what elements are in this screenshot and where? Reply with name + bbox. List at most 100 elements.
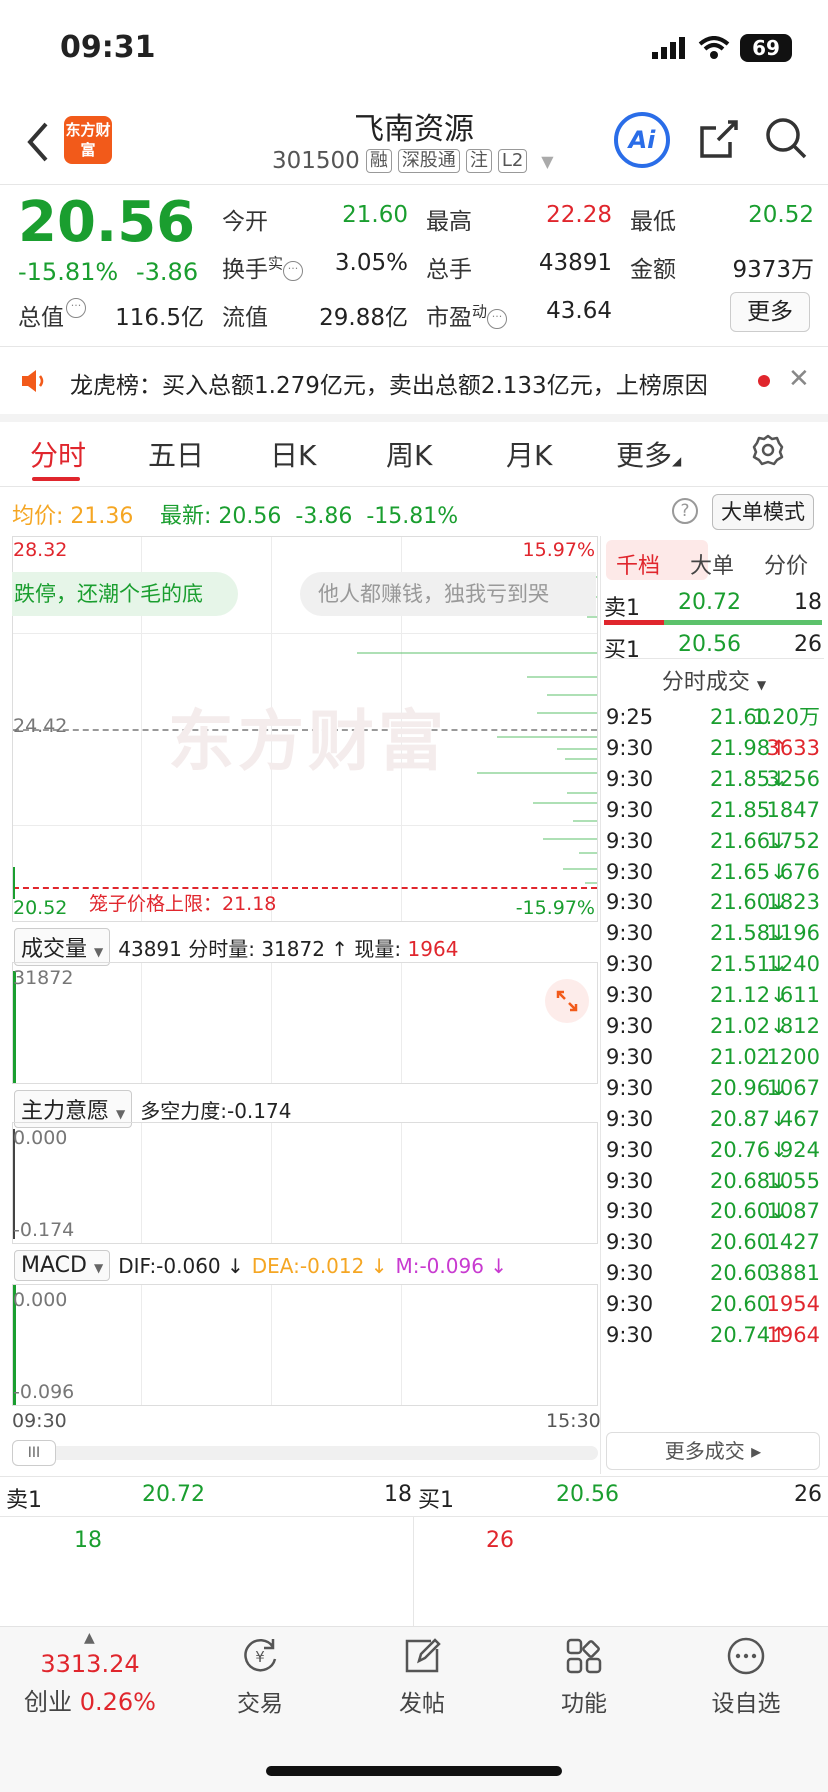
expand-icon[interactable]	[545, 979, 589, 1023]
trade-time: 9:30	[606, 952, 654, 977]
share-icon[interactable]	[698, 118, 740, 160]
tab-functions-label: 功能	[561, 1691, 607, 1717]
tab-functions[interactable]: 功能	[524, 1634, 644, 1718]
market-cap-value: 116.5亿	[115, 305, 204, 331]
volume-max-label: 31872	[13, 967, 74, 989]
tab-add-watchlist[interactable]: 设自选	[686, 1634, 806, 1718]
cage-limit-label: 笼子价格上限：21.18	[89, 893, 277, 915]
main-force-stats: 多空力度:-0.174	[140, 1098, 292, 1123]
change-percent: -15.81%	[18, 258, 119, 286]
post-edit-icon	[405, 1638, 441, 1673]
index-row: 创业 0.26%	[0, 1682, 180, 1717]
turnover-label: 换手实 ···	[222, 250, 304, 284]
more-dots-icon[interactable]: ···	[487, 308, 508, 329]
sell1-label: 卖1	[604, 596, 640, 621]
tab-daily-k[interactable]: 日K	[270, 434, 316, 474]
trade-time: 9:30	[606, 766, 654, 791]
stock-code-row[interactable]: 301500 融 深股通 注 L2 ▼	[272, 148, 554, 174]
tab-trade[interactable]: ¥ 交易	[200, 1634, 320, 1718]
trade-volume: 1.20万	[752, 705, 820, 729]
trade-volume: 1964	[766, 1323, 820, 1347]
trade-volume: 1752	[766, 828, 820, 853]
tab-more[interactable]: 更多◢	[616, 434, 681, 474]
trade-volume: 1055	[766, 1168, 820, 1193]
chart-scrollbar[interactable]	[12, 1446, 598, 1460]
trade-time: 9:30	[606, 797, 654, 822]
trade-price: 21.98	[710, 735, 771, 760]
trade-price: 20.96	[710, 1075, 771, 1100]
trade-time: 9:30	[606, 1137, 654, 1162]
tab-weekly-k[interactable]: 周K	[386, 434, 432, 474]
tab-intraday[interactable]: 分时	[30, 434, 86, 474]
pe-label: 市盈动 ···	[426, 298, 508, 332]
macd-select[interactable]: MACD ▼	[14, 1250, 111, 1281]
caret-up-icon: ▲	[84, 1630, 95, 1646]
scroll-handle[interactable]: III	[12, 1440, 56, 1466]
more-circle-icon	[727, 1637, 765, 1675]
grid-line	[401, 1123, 402, 1243]
trade-price: 21.60	[710, 890, 771, 915]
home-indicator[interactable]	[266, 1766, 562, 1776]
settings-gear-icon[interactable]	[752, 434, 784, 466]
high-value: 22.28	[546, 202, 612, 228]
battery-icon: 69	[740, 34, 792, 62]
trade-volume: 1200	[766, 1044, 820, 1069]
close-icon[interactable]: ✕	[788, 364, 810, 394]
market-cap-label: 总值 ···	[18, 298, 86, 332]
tab-price-split[interactable]: 分价	[764, 548, 808, 580]
more-dots-icon[interactable]: ···	[66, 298, 86, 318]
main-force-chart[interactable]: 0.000 -0.174	[12, 1122, 598, 1244]
caret-down-icon: ▼	[116, 1107, 126, 1121]
orderbook-buy1: 买1 20.56 26	[604, 632, 824, 664]
bottom-buy1-price: 20.56	[556, 1482, 619, 1507]
more-trades-button[interactable]: 更多成交 ▸	[606, 1432, 820, 1470]
divider	[0, 486, 828, 487]
axis-bottom-right: -15.97%	[515, 897, 595, 919]
time-start: 09:30	[12, 1410, 67, 1432]
macd-selector-label: MACD	[21, 1253, 87, 1278]
trade-row: 9:30 21.12 ↓ 611	[606, 978, 820, 1013]
volume-header: 成交量 ▼ 43891 分时量: 31872 ↑ 现量: 1964	[14, 928, 458, 966]
current-volume: 1964	[407, 936, 459, 961]
turnover-label-text: 换手	[222, 257, 268, 283]
trade-row: 9:30 20.60 ↓ 1087	[606, 1194, 820, 1229]
tab-thousand-levels[interactable]: 千档	[616, 548, 660, 580]
trade-price: 20.74	[710, 1323, 771, 1347]
ai-button[interactable]: Ai	[614, 112, 670, 168]
trade-volume: 3881	[766, 1261, 820, 1286]
tab-big-orders[interactable]: 大单	[690, 548, 734, 580]
help-icon[interactable]: ?	[672, 498, 698, 524]
trade-row: 9:30 21.66 ↓ 1752	[606, 824, 820, 859]
trade-time: 9:30	[606, 828, 654, 853]
tab-monthly-k[interactable]: 月K	[506, 434, 552, 474]
buy-ratio-bar	[664, 620, 822, 625]
more-fields-button[interactable]: 更多	[730, 292, 810, 332]
tab-five-day[interactable]: 五日	[148, 434, 204, 474]
comment-bubble[interactable]: 跌停，还潮个毛的底	[12, 572, 238, 616]
tag-margin: 融	[365, 149, 392, 173]
notice-text[interactable]: 龙虎榜：买入总额1.279亿元，卖出总额2.133亿元，上榜原因	[70, 366, 730, 400]
market-cap-label-text: 总值	[18, 305, 64, 331]
trade-row: 9:30 21.02 ↓ 812	[606, 1009, 820, 1044]
trade-volume: 1240	[766, 952, 820, 977]
bottom-buy1-volume: 26	[794, 1482, 822, 1507]
volume-chart[interactable]: 31872	[12, 962, 598, 1084]
macd-chart[interactable]: 0.000 -0.096	[12, 1284, 598, 1406]
trade-row: 9:30 20.68 ↓ 1055	[606, 1164, 820, 1199]
index-ticker[interactable]: 3313.24 创业 0.26%	[0, 1650, 180, 1717]
tab-add-watchlist-label: 设自选	[711, 1691, 781, 1717]
tab-trade-label: 交易	[237, 1691, 283, 1717]
comment-bubble[interactable]: 他人都赚钱，独我亏到哭	[300, 572, 596, 616]
wifi-icon	[698, 36, 730, 59]
trade-row: 9:30 20.76 ↓ 924	[606, 1133, 820, 1168]
macd-header: MACD ▼ DIF:-0.060 ↓ DEA:-0.012 ↓ M:-0.09…	[14, 1250, 507, 1281]
big-order-mode-button[interactable]: 大单模式	[712, 494, 814, 530]
trade-price: 21.12	[710, 983, 771, 1008]
tab-post[interactable]: 发帖	[362, 1634, 482, 1718]
search-icon[interactable]	[764, 116, 808, 160]
volume-indicator-select[interactable]: 成交量 ▼	[14, 928, 111, 966]
trades-title-select[interactable]: 分时成交 ▼	[604, 664, 824, 696]
bottom-sell1-price: 20.72	[142, 1482, 205, 1507]
tag-connect: 深股通	[397, 149, 460, 173]
float-cap-value: 29.88亿	[319, 305, 408, 331]
